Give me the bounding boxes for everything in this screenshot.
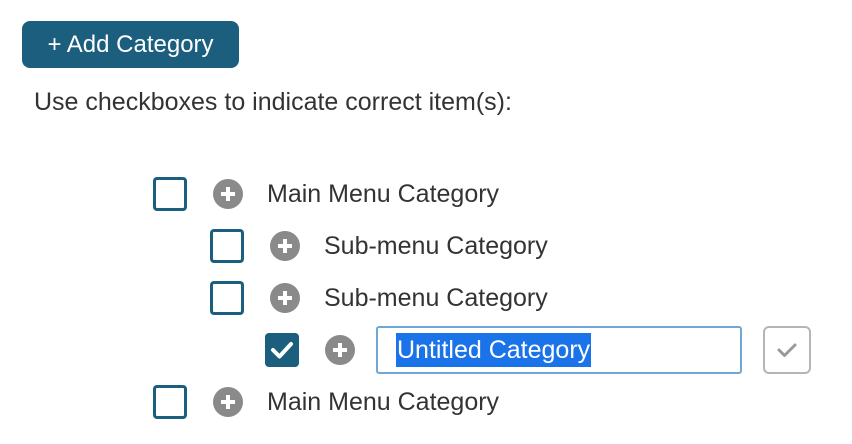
category-label: Main Menu Category xyxy=(267,387,500,416)
checkbox[interactable] xyxy=(153,177,187,211)
category-label: Sub-menu Category xyxy=(324,283,548,312)
plus-circle-icon[interactable] xyxy=(213,387,243,417)
tree-item-editing: Untitled Category xyxy=(265,326,811,374)
tree-item-main-2: Main Menu Category xyxy=(153,380,499,424)
checkbox[interactable] xyxy=(210,281,244,315)
tree-item-sub-1: Sub-menu Category xyxy=(210,224,548,268)
category-name-input[interactable]: Untitled Category xyxy=(376,326,742,374)
checkbox[interactable] xyxy=(153,385,187,419)
plus-circle-icon[interactable] xyxy=(213,179,243,209)
add-category-button[interactable]: + Add Category xyxy=(22,21,239,68)
plus-circle-icon[interactable] xyxy=(325,335,355,365)
category-label: Main Menu Category xyxy=(267,179,500,208)
plus-circle-icon[interactable] xyxy=(270,231,300,261)
checkmark-icon xyxy=(777,343,797,357)
tree-item-sub-2: Sub-menu Category xyxy=(210,276,548,320)
checkmark-icon xyxy=(271,342,293,359)
category-label: Sub-menu Category xyxy=(324,231,548,260)
instruction-text: Use checkboxes to indicate correct item(… xyxy=(34,88,512,116)
confirm-button[interactable] xyxy=(763,326,811,374)
checkbox[interactable] xyxy=(210,229,244,263)
tree-item-main-1: Main Menu Category xyxy=(153,172,499,216)
checkbox-checked[interactable] xyxy=(265,333,299,367)
selected-text: Untitled Category xyxy=(396,333,592,367)
plus-circle-icon[interactable] xyxy=(270,283,300,313)
